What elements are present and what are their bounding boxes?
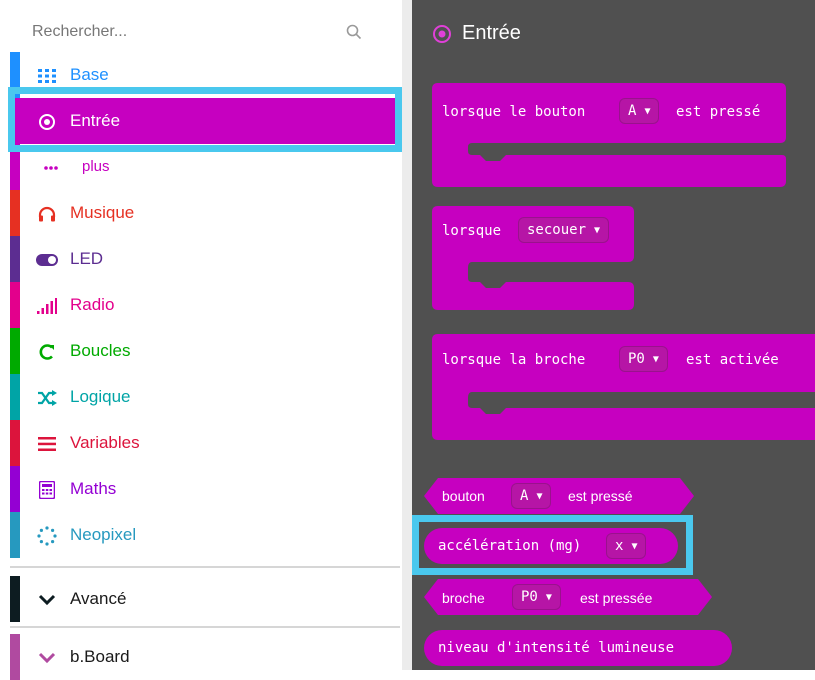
block-on-pin-pressed[interactable] (412, 328, 815, 448)
category-label: Base (70, 65, 109, 84)
flyout-title-text: Entrée (462, 22, 521, 44)
toolbox-divider (10, 566, 400, 568)
category-label: LED (70, 249, 104, 268)
category-avance[interactable]: Avancé (10, 576, 400, 622)
signal-bars-icon (36, 295, 58, 317)
block-text: est pressé (568, 488, 633, 504)
dropdown-value: A (520, 488, 529, 504)
block-on-gesture[interactable] (412, 200, 812, 315)
headphones-icon (36, 203, 58, 225)
pin-dropdown[interactable]: P0 ▼ (512, 584, 561, 610)
lines-icon (36, 433, 58, 455)
block-text: bouton (442, 488, 485, 504)
category-label: Variables (70, 433, 140, 452)
dropdown-arrow-icon: ▼ (594, 224, 601, 236)
button-dropdown[interactable]: A ▼ (619, 98, 660, 124)
category-color-strip (10, 634, 20, 680)
block-text: lorsque (442, 223, 502, 239)
category-color-strip (10, 420, 20, 466)
flyout-workspace: Entrée lorsque le bouton A ▼ est pressé l… (412, 0, 815, 670)
flyout-title: Entrée (432, 22, 521, 45)
dropdown-value: A (628, 103, 637, 119)
more-dots-icon (40, 157, 62, 179)
toolbox-divider (10, 626, 400, 628)
search-input[interactable]: Rechercher... (32, 23, 127, 41)
category-led[interactable]: LED (10, 236, 400, 282)
category-label: b.Board (70, 647, 130, 666)
category-label: Avancé (70, 589, 127, 608)
dropdown-arrow-icon: ▼ (545, 591, 552, 603)
pin-dropdown[interactable]: P0 ▼ (619, 346, 668, 372)
category-color-strip (10, 466, 20, 512)
dropdown-value: secouer (527, 222, 587, 238)
category-boucles[interactable]: Boucles (10, 328, 400, 374)
category-color-strip (10, 512, 20, 558)
block-text: broche (442, 590, 485, 606)
category-label: plus (82, 158, 110, 175)
shuffle-icon (36, 387, 58, 409)
chevron-down-icon (36, 647, 58, 669)
category-color-strip (10, 374, 20, 420)
category-neopixel[interactable]: Neopixel (10, 512, 400, 558)
dropdown-arrow-icon: ▼ (644, 105, 651, 117)
category-radio[interactable]: Radio (10, 282, 400, 328)
category-label: Musique (70, 203, 135, 222)
loop-arrow-icon (36, 341, 58, 363)
button-dropdown[interactable]: A ▼ (511, 483, 552, 509)
category-color-strip (10, 576, 20, 622)
category-color-strip (10, 190, 20, 236)
toggle-icon (36, 249, 58, 271)
category-color-strip (10, 282, 20, 328)
block-text: est activée (686, 352, 779, 368)
category-musique[interactable]: Musique (10, 190, 400, 236)
category-color-strip (10, 328, 20, 374)
block-text: lorsque le bouton (442, 104, 586, 120)
block-text: est pressée (580, 590, 653, 606)
target-icon (433, 24, 451, 43)
block-on-button-pressed[interactable] (412, 75, 812, 195)
highlight-box (412, 515, 693, 575)
highlight-box (8, 87, 402, 152)
category-logique[interactable]: Logique (10, 374, 400, 420)
block-text: lorsque la broche (442, 352, 586, 368)
category-color-strip (10, 236, 20, 282)
category-bboard[interactable]: b.Board (10, 634, 400, 680)
category-variables[interactable]: Variables (10, 420, 400, 466)
category-label: Boucles (70, 341, 131, 360)
grid-icon (36, 65, 58, 87)
toolbox: Rechercher... Base Entrée plus Musique L… (0, 0, 402, 680)
dropdown-arrow-icon: ▼ (652, 353, 659, 365)
dropdown-value: P0 (521, 589, 538, 605)
block-text: niveau d'intensité lumineuse (438, 640, 675, 656)
category-label: Maths (70, 479, 117, 498)
calculator-icon (36, 479, 58, 501)
category-label: Radio (70, 295, 115, 314)
block-text: est pressé (676, 104, 761, 120)
chevron-down-icon (36, 589, 58, 611)
dotted-circle-icon (36, 525, 58, 547)
gesture-dropdown[interactable]: secouer ▼ (518, 217, 610, 243)
search-icon[interactable] (346, 24, 362, 40)
dropdown-arrow-icon: ▼ (536, 490, 543, 502)
dropdown-value: P0 (628, 351, 645, 367)
category-label: Neopixel (70, 525, 137, 544)
category-maths[interactable]: Maths (10, 466, 400, 512)
toolbox-scrollbar[interactable] (402, 0, 412, 670)
search-box[interactable]: Rechercher... (10, 8, 388, 52)
category-label: Logique (70, 387, 131, 406)
